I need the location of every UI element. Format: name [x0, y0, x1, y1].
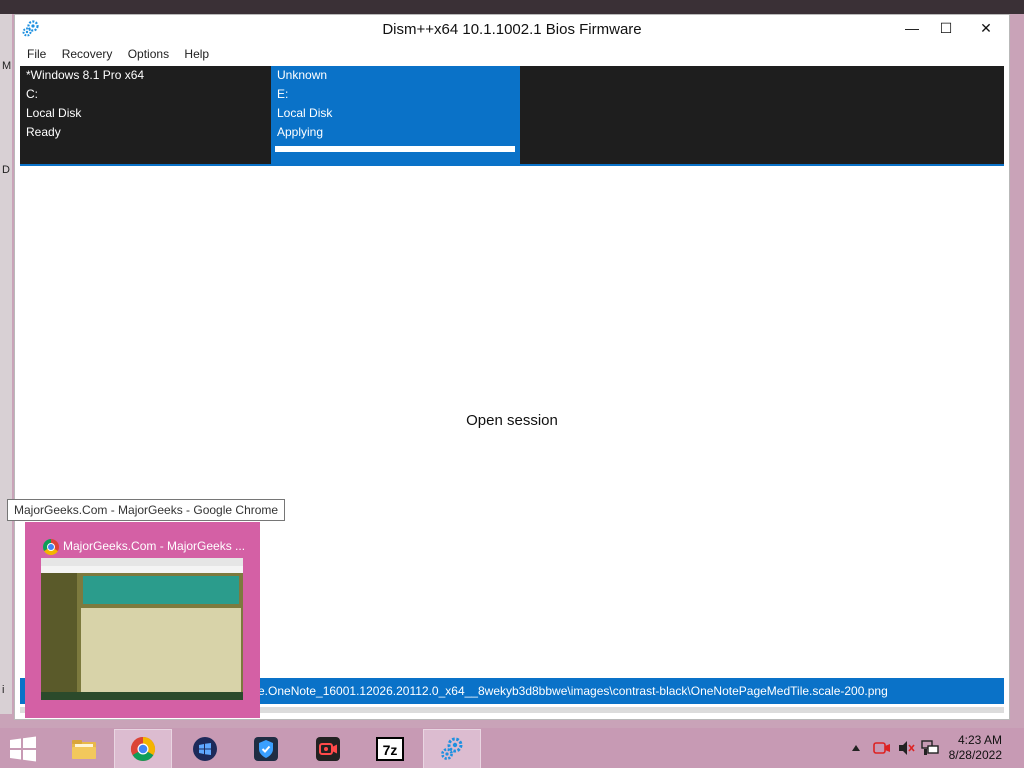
- taskbar-tooltip: MajorGeeks.Com - MajorGeeks - Google Chr…: [7, 499, 286, 521]
- menu-options[interactable]: Options: [122, 45, 175, 61]
- thumbnail-page-preview: [41, 558, 243, 700]
- thumbnail-title: MajorGeeks.Com - MajorGeeks ...: [63, 539, 246, 553]
- preview-footer: [41, 692, 243, 700]
- session-status: Applying: [277, 125, 324, 139]
- session-name: *Windows 8.1 Pro x64: [26, 68, 145, 82]
- taskbar-screen-recorder[interactable]: [300, 730, 356, 768]
- maximize-button[interactable]: ☐: [929, 17, 963, 39]
- session-name: Unknown: [277, 68, 328, 82]
- desktop-left-edge: M D i: [0, 14, 12, 714]
- shield-window-icon: [193, 737, 217, 761]
- minimize-button[interactable]: —: [895, 17, 929, 39]
- clock-date: 8/28/2022: [948, 748, 1002, 762]
- menu-file[interactable]: File: [21, 45, 52, 61]
- taskbar-windows-security[interactable]: [177, 730, 233, 768]
- system-clock[interactable]: 4:23 AM 8/28/2022: [949, 733, 1002, 763]
- preview-banner: [83, 576, 239, 604]
- clock-time: 4:23 AM: [957, 733, 1002, 747]
- apply-progress-bar: [275, 146, 515, 152]
- session-status: Ready: [26, 125, 61, 139]
- menu-recovery[interactable]: Recovery: [56, 45, 119, 61]
- preview-sidebar: [41, 573, 77, 700]
- menu-help[interactable]: Help: [178, 45, 215, 61]
- session-drive: C:: [26, 87, 38, 101]
- desktop-letter: M: [2, 60, 12, 72]
- chrome-icon: [43, 539, 59, 555]
- folder-icon: [72, 740, 96, 759]
- shield-check-icon: [254, 737, 278, 761]
- taskbar-chrome[interactable]: [114, 729, 172, 768]
- desktop-background-strip: [0, 0, 1024, 14]
- taskbar-7zip[interactable]: 7z: [362, 730, 418, 768]
- windows-start-icon[interactable]: [8, 736, 38, 762]
- open-session-message: Open session: [466, 412, 558, 429]
- 7z-icon: 7z: [376, 737, 404, 761]
- session-list: *Windows 8.1 Pro x64 C: Local Disk Ready…: [20, 66, 1004, 164]
- close-button[interactable]: ✕: [963, 17, 1009, 39]
- volume-muted-icon[interactable]: [897, 740, 915, 756]
- desktop-letter: D: [2, 164, 10, 176]
- network-icon[interactable]: [921, 740, 939, 756]
- title-bar[interactable]: Dism++x64 10.1.1002.1 Bios Firmware — ☐ …: [15, 15, 1009, 45]
- session-drive: E:: [277, 87, 289, 101]
- taskbar-vpn[interactable]: [238, 730, 294, 768]
- menu-bar: File Recovery Options Help: [15, 45, 1009, 65]
- status-text: e.OneNote_16001.12026.20112.0_x64__8weky…: [258, 684, 888, 698]
- chrome-thumbnail-preview[interactable]: MajorGeeks.Com - MajorGeeks ...: [25, 522, 260, 718]
- preview-body: [81, 608, 241, 692]
- preview-addressbar: [41, 566, 243, 573]
- session-card-unknown[interactable]: Unknown E: Local Disk Applying: [271, 66, 520, 164]
- camera-record-icon: [316, 737, 340, 761]
- session-disk: Local Disk: [277, 106, 333, 120]
- taskbar-dism[interactable]: [423, 729, 481, 768]
- gears-icon: [441, 737, 463, 760]
- desktop-letter: i: [2, 684, 5, 696]
- chrome-icon: [130, 737, 156, 762]
- session-card-windows[interactable]: *Windows 8.1 Pro x64 C: Local Disk Ready: [20, 66, 270, 164]
- taskbar-file-explorer[interactable]: [56, 730, 112, 768]
- window-title: Dism++x64 10.1.1002.1 Bios Firmware: [382, 21, 642, 38]
- 7z-label: 7z: [383, 742, 398, 758]
- taskbar: 7z 4:23 AM 8/28/2022: [0, 728, 1024, 768]
- session-disk: Local Disk: [26, 106, 82, 120]
- preview-tabstrip: [41, 558, 243, 566]
- show-hidden-icons-chevron-icon[interactable]: [851, 744, 861, 752]
- recorder-tray-icon[interactable]: [873, 741, 891, 755]
